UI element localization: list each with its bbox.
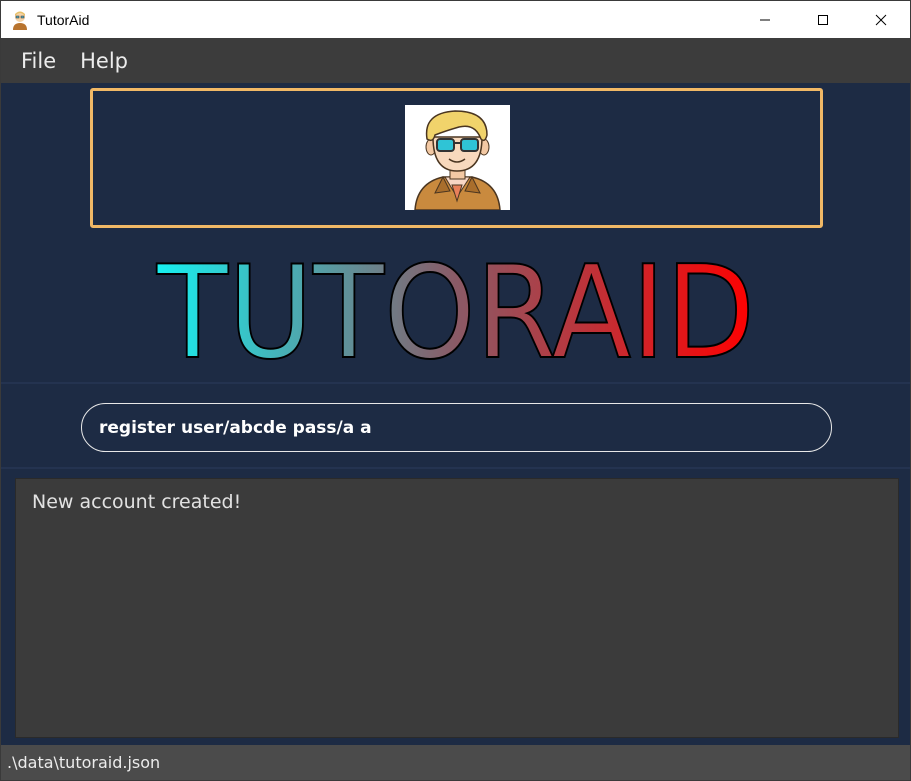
tutor-avatar-icon xyxy=(414,110,501,211)
result-display[interactable]: New account created! xyxy=(15,478,899,738)
save-location-path: .\data\tutoraid.json xyxy=(7,753,161,772)
avatar xyxy=(405,105,510,211)
app-title-logo: TUTORAID xyxy=(155,241,756,371)
menu-file[interactable]: File xyxy=(21,47,56,75)
window-title: TutorAid xyxy=(37,11,90,28)
minimize-button[interactable] xyxy=(736,1,794,38)
title-bar: TutorAid xyxy=(1,1,910,38)
app-title-text: TUTORAID xyxy=(156,241,755,371)
app-window: TutorAid File Help TUTORAID register use… xyxy=(0,0,911,781)
close-button[interactable] xyxy=(852,1,910,38)
logo-frame xyxy=(90,88,823,228)
command-input[interactable] xyxy=(97,416,801,439)
divider xyxy=(1,382,910,384)
window-controls xyxy=(736,1,910,38)
command-box xyxy=(81,403,832,452)
divider xyxy=(1,467,910,469)
maximize-icon xyxy=(818,14,828,25)
maximize-button[interactable] xyxy=(794,1,852,38)
minimize-icon xyxy=(760,19,770,20)
menu-bar: File Help xyxy=(1,38,910,83)
status-bar: .\data\tutoraid.json xyxy=(1,745,910,780)
close-icon xyxy=(875,14,887,25)
result-message: New account created! xyxy=(32,491,242,513)
app-logo-icon xyxy=(13,11,27,30)
menu-help[interactable]: Help xyxy=(80,47,128,75)
